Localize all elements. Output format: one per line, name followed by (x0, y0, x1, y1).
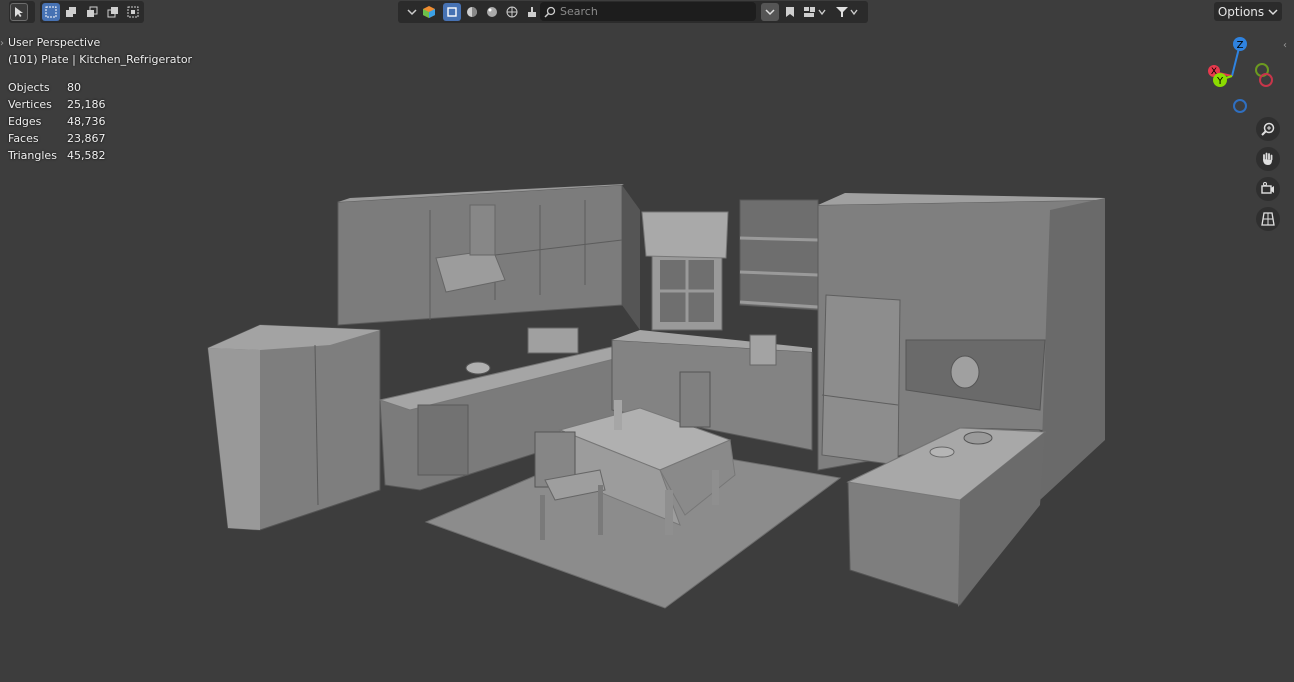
scene-statistics: Objects 80 Vertices 25,186 Edges 48,736 Fac… (8, 79, 106, 164)
stat-value: 80 (67, 81, 81, 94)
navigation-gizmo[interactable]: Z X Y (1200, 32, 1284, 118)
zoom-icon (1261, 122, 1275, 136)
perspective-toggle-button[interactable] (1256, 207, 1280, 231)
stat-value: 25,186 (67, 98, 106, 111)
viewport-info: User Perspective (101) Plate | Kitchen_R… (8, 34, 192, 68)
options-button[interactable]: Options (1214, 2, 1282, 21)
camera-icon (1261, 182, 1274, 194)
grid-icon (1261, 212, 1275, 226)
3d-viewport[interactable]: Options › ‹ User Perspective (101) Plate… (0, 0, 1294, 682)
stat-label: Faces (8, 132, 39, 145)
stat-row: Edges 48,736 (8, 113, 106, 130)
stat-value: 48,736 (67, 115, 106, 128)
stat-row: Faces 23,867 (8, 130, 106, 147)
display-mode-icon[interactable] (801, 3, 829, 21)
bookmark-icon[interactable] (781, 3, 799, 21)
perspective-label: User Perspective (8, 36, 101, 49)
options-label: Options (1217, 4, 1265, 19)
cursor-select-icon[interactable] (10, 3, 28, 21)
chevron-down-icon[interactable] (406, 3, 418, 21)
axis-neg-z-icon[interactable] (1233, 99, 1247, 113)
stat-value: 45,582 (67, 149, 106, 162)
stat-label: Vertices (8, 98, 52, 111)
select-subtract-icon[interactable] (83, 3, 101, 21)
stat-row: Vertices 25,186 (8, 96, 106, 113)
filter-chevron-icon[interactable] (761, 3, 779, 21)
object-type-visibility-icon[interactable] (420, 3, 438, 21)
select-mode-group (40, 1, 144, 23)
active-object-label: (101) Plate | Kitchen_Refrigerator (8, 53, 193, 66)
camera-view-button[interactable] (1256, 177, 1280, 201)
stat-value: 23,867 (67, 132, 106, 145)
rendered-icon[interactable] (503, 3, 521, 21)
filter-icon[interactable] (833, 3, 861, 21)
select-new-icon[interactable] (41, 3, 60, 21)
axis-neg-x-icon[interactable] (1259, 73, 1273, 87)
select-difference-icon[interactable] (104, 3, 122, 21)
left-sidebar-toggle-icon[interactable]: › (0, 38, 4, 49)
select-extend-icon[interactable] (62, 3, 80, 21)
stat-row: Objects 80 (8, 79, 106, 96)
axis-y-label: Y (1216, 76, 1224, 87)
chevron-down-icon (1268, 8, 1278, 15)
pan-button[interactable] (1256, 147, 1280, 171)
material-preview-icon[interactable] (483, 3, 501, 21)
brush-icon[interactable] (523, 3, 541, 21)
stat-row: Triangles 45,582 (8, 147, 106, 164)
kitchen-scene-render (207, 184, 1105, 609)
search-icon (544, 6, 556, 18)
solid-icon[interactable] (463, 3, 481, 21)
stat-label: Edges (8, 115, 42, 128)
search-field[interactable] (540, 2, 756, 21)
stat-label: Objects (8, 81, 50, 94)
stat-label: Triangles (8, 149, 57, 162)
select-intersect-icon[interactable] (124, 3, 142, 21)
wireframe-icon[interactable] (443, 3, 461, 21)
select-tool-group (9, 1, 35, 23)
search-input[interactable] (560, 5, 740, 18)
axis-z-label: Z (1237, 40, 1244, 51)
zoom-button[interactable] (1256, 117, 1280, 141)
hand-icon (1263, 152, 1273, 165)
